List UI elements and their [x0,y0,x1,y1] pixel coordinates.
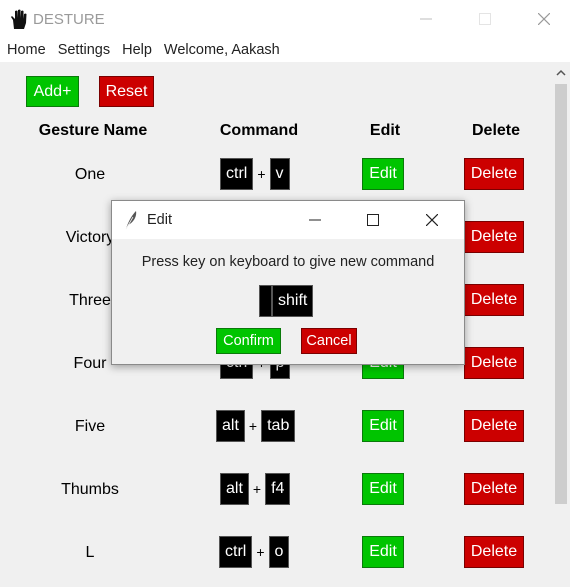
menu-bar: Home Settings Help Welcome, Aakash [0,38,570,62]
maximize-icon [367,214,379,226]
key-chip: alt [220,473,249,505]
minimize-icon [309,219,321,221]
maximize-button[interactable] [462,0,508,38]
edit-button[interactable]: Edit [362,473,404,505]
header-gesture-name: Gesture Name [38,122,148,139]
scroll-thumb[interactable] [555,84,567,504]
close-icon [538,13,550,25]
close-icon [426,214,438,226]
maximize-icon [479,13,491,25]
plus-sign: + [257,166,266,182]
new-command-keys: shift [259,285,314,317]
menu-settings[interactable]: Settings [52,42,116,58]
delete-button[interactable]: Delete [464,158,524,190]
plus-sign: + [248,418,258,434]
title-bar: DESTURE [0,0,570,38]
command-keys: ctrl + v [220,158,290,190]
scroll-up-icon[interactable] [552,64,570,82]
key-chip [259,285,272,317]
dialog-title-bar: Edit [112,201,464,239]
delete-button[interactable]: Delete [464,536,524,568]
dialog-title: Edit [147,212,172,228]
cancel-button[interactable]: Cancel [301,328,357,354]
gesture-name: One [74,166,106,183]
plus-sign: + [256,544,265,560]
key-chip: ctrl [220,158,254,190]
add-button[interactable]: Add+ [26,76,79,107]
plus-sign: + [252,481,262,497]
key-chip: ctrl [219,536,253,568]
hand-icon [11,9,27,29]
delete-button[interactable]: Delete [464,473,524,505]
welcome-text: Welcome, Aakash [163,42,280,58]
gesture-name: Thumbs [61,481,119,498]
delete-button[interactable]: Delete [464,284,524,316]
dialog-close-button[interactable] [409,201,455,239]
key-chip: o [268,536,290,568]
feather-icon [125,211,137,230]
dialog-minimize-button[interactable] [292,201,338,239]
gesture-name: Five [74,418,106,435]
key-chip: tab [261,410,296,442]
menu-help[interactable]: Help [116,42,158,58]
command-keys: ctrl + o [219,536,290,568]
edit-button[interactable]: Edit [362,410,404,442]
gesture-name: L [85,544,95,561]
key-chip: v [269,158,290,190]
delete-button[interactable]: Delete [464,410,524,442]
menu-home[interactable]: Home [0,42,52,58]
minimize-button[interactable] [403,0,449,38]
command-keys: alt + f4 [220,473,291,505]
header-edit: Edit [369,122,401,139]
reset-button[interactable]: Reset [99,76,154,107]
key-chip: shift [272,285,314,317]
key-chip: alt [216,410,245,442]
edit-button[interactable]: Edit [362,536,404,568]
key-chip: f4 [265,473,291,505]
dialog-message: Press key on keyboard to give new comman… [141,254,435,270]
command-keys: alt + tab [216,410,296,442]
edit-button[interactable]: Edit [362,158,404,190]
window-title: DESTURE [33,11,105,28]
close-button[interactable] [521,0,567,38]
vertical-scrollbar[interactable] [552,62,570,587]
dialog-maximize-button[interactable] [350,201,396,239]
delete-button[interactable]: Delete [464,221,524,253]
edit-dialog: Edit Press key on keyboard to give new c… [111,200,465,365]
confirm-button[interactable]: Confirm [216,328,281,354]
header-command: Command [219,122,299,139]
delete-button[interactable]: Delete [464,347,524,379]
header-delete: Delete [471,122,521,139]
minimize-icon [420,18,432,20]
